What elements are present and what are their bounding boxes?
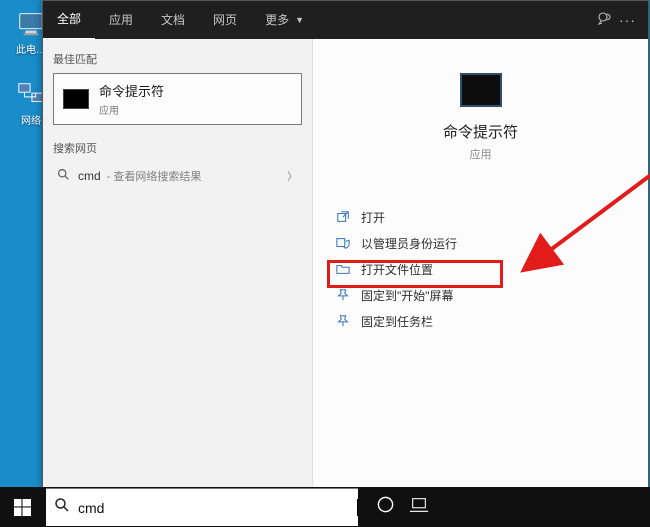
search-tabs: 全部 应用 文档 网页 更多 ▼ ··· bbox=[43, 1, 648, 39]
tab-web[interactable]: 网页 bbox=[199, 1, 251, 39]
cortana-button[interactable] bbox=[376, 495, 395, 519]
search-results-left: 最佳匹配 命令提示符 应用 搜索网页 cmd - 查看网络搜索结果 〉 bbox=[43, 39, 313, 488]
desktop-icon-label: 网络 bbox=[21, 116, 41, 127]
action-pin-start[interactable]: 固定到"开始"屏幕 bbox=[333, 282, 648, 308]
feedback-icon[interactable] bbox=[597, 11, 613, 30]
start-button[interactable] bbox=[0, 487, 44, 527]
search-icon bbox=[57, 168, 70, 184]
text-cursor bbox=[357, 499, 358, 516]
preview-title: 命令提示符 bbox=[313, 121, 648, 142]
taskbar: cmd bbox=[0, 487, 650, 527]
action-open[interactable]: 打开 bbox=[333, 204, 648, 230]
preview-actions: 打开 以管理员身份运行 打开文件位置 固定到"开始"屏幕 固定到任务栏 bbox=[313, 204, 648, 334]
search-preview-pane: 命令提示符 应用 打开 以管理员身份运行 打开文件位置 固定到"开始"屏幕 bbox=[313, 39, 648, 488]
web-search-item[interactable]: cmd - 查看网络搜索结果 〉 bbox=[53, 162, 302, 190]
pin-start-icon bbox=[335, 287, 351, 303]
best-match-header: 最佳匹配 bbox=[53, 51, 302, 67]
tab-all[interactable]: 全部 bbox=[43, 0, 95, 40]
best-match-item[interactable]: 命令提示符 应用 bbox=[53, 73, 302, 125]
folder-icon bbox=[335, 261, 351, 277]
web-term: cmd bbox=[78, 169, 101, 183]
admin-shield-icon bbox=[335, 235, 351, 251]
best-match-subtitle: 应用 bbox=[99, 102, 164, 117]
search-icon bbox=[54, 497, 70, 518]
action-pin-taskbar[interactable]: 固定到任务栏 bbox=[333, 308, 648, 334]
chevron-down-icon: ▼ bbox=[295, 15, 304, 25]
chevron-right-icon: 〉 bbox=[287, 168, 298, 184]
preview-app-icon bbox=[460, 73, 502, 107]
tab-apps[interactable]: 应用 bbox=[95, 1, 147, 39]
web-hint: - 查看网络搜索结果 bbox=[107, 168, 202, 184]
pin-taskbar-icon bbox=[335, 313, 351, 329]
best-match-title: 命令提示符 bbox=[99, 81, 164, 100]
task-view-button[interactable] bbox=[409, 497, 429, 518]
start-search-panel: 全部 应用 文档 网页 更多 ▼ ··· 最佳匹配 命令提示符 应用 搜索网页 bbox=[42, 0, 649, 487]
search-input[interactable]: cmd bbox=[78, 500, 356, 516]
preview-subtitle: 应用 bbox=[313, 146, 648, 162]
taskbar-search[interactable]: cmd bbox=[46, 488, 358, 526]
tab-docs[interactable]: 文档 bbox=[147, 1, 199, 39]
windows-logo-icon bbox=[14, 499, 31, 516]
cmd-icon bbox=[63, 89, 89, 109]
action-open-location[interactable]: 打开文件位置 bbox=[333, 256, 648, 282]
open-icon bbox=[335, 209, 351, 225]
web-search-header: 搜索网页 bbox=[53, 140, 302, 156]
action-run-as-admin[interactable]: 以管理员身份运行 bbox=[333, 230, 648, 256]
more-options-icon[interactable]: ··· bbox=[619, 12, 636, 28]
